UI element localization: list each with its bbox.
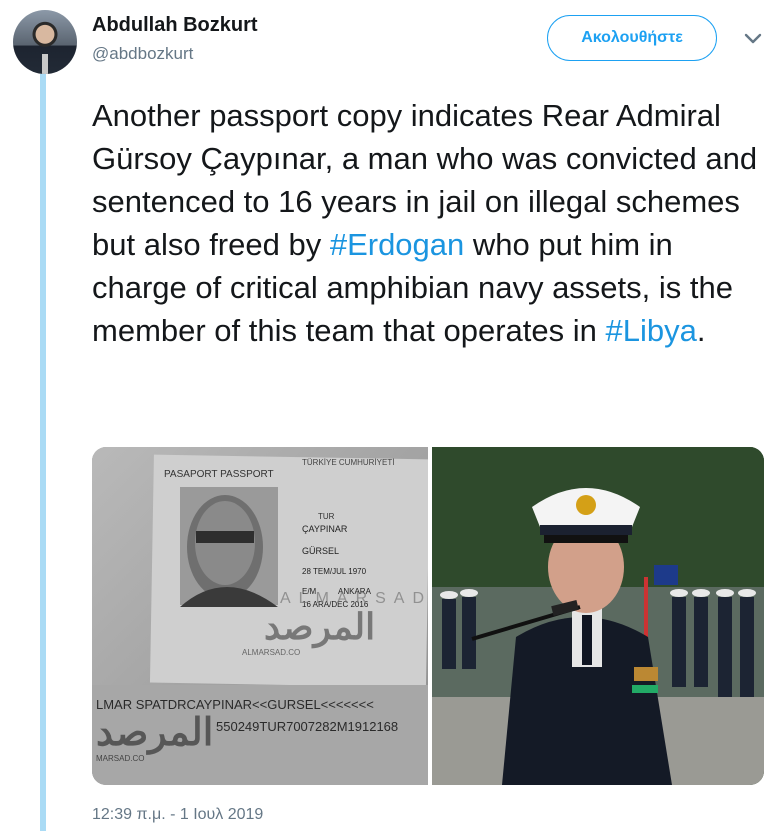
watermark-url-lower: MARSAD.CO bbox=[96, 754, 144, 763]
author-display-name[interactable]: Abdullah Bozkurt bbox=[92, 14, 258, 37]
hashtag-link-libya[interactable]: #Libya bbox=[605, 313, 696, 348]
hashtag-link-erdogan[interactable]: #Erdogan bbox=[330, 227, 464, 262]
tweet-text: Another passport copy indicates Rear Adm… bbox=[92, 94, 772, 352]
passport-country: TÜRKİYE CUMHURİYETİ bbox=[302, 458, 394, 467]
passport-mrz-line2: 550249TUR7007282M1912168 bbox=[216, 719, 398, 734]
passport-surname: ÇAYPINAR bbox=[302, 524, 348, 534]
watermark-url: ALMARSAD.CO bbox=[242, 648, 300, 657]
tweet-timestamp[interactable]: 12:39 π.μ. - 1 Ιουλ 2019 bbox=[92, 806, 263, 824]
follow-button[interactable]: Ακολουθήστε bbox=[547, 15, 717, 61]
passport-mrz-line1: LMAR SPATDRCAYPINAR<<GURSEL<<<<<<< bbox=[96, 697, 374, 712]
author-handle[interactable]: @abdbozkurt bbox=[92, 44, 193, 64]
passport-given-name: GÜRSEL bbox=[302, 546, 339, 556]
admiral-photo[interactable] bbox=[432, 447, 764, 785]
thread-connector-line bbox=[40, 74, 46, 831]
passport-photo[interactable]: PASAPORT PASSPORT TÜRKİYE CUMHURİYETİ TU… bbox=[92, 447, 428, 785]
chevron-down-icon[interactable] bbox=[744, 33, 762, 45]
passport-header: PASAPORT PASSPORT bbox=[164, 469, 274, 480]
tweet-text-part: . bbox=[696, 313, 706, 348]
avatar[interactable] bbox=[13, 10, 77, 74]
watermark-arabic: المرصد bbox=[264, 606, 375, 649]
watermark-latin: ALMARSAD bbox=[280, 590, 428, 607]
watermark-arabic-lower: المرصد bbox=[96, 712, 213, 755]
passport-nationality: TUR bbox=[318, 512, 335, 521]
passport-birth-date: 28 TEM/JUL 1970 bbox=[302, 567, 367, 576]
